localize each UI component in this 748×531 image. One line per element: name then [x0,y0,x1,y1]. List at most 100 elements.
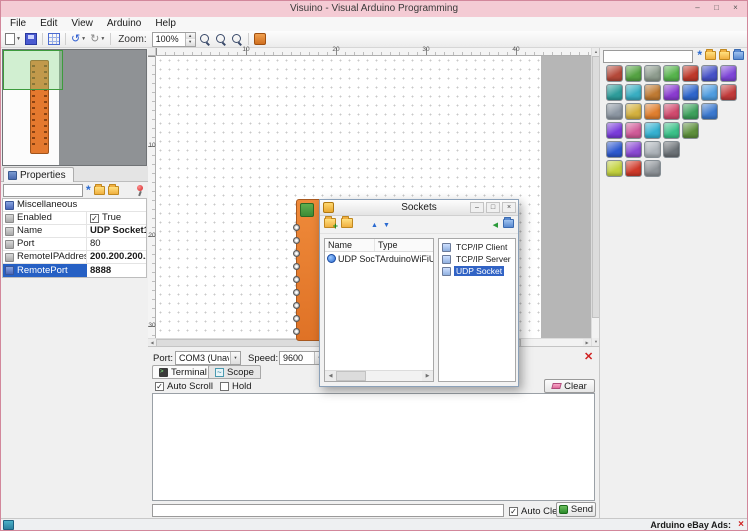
component-icon[interactable] [606,84,623,101]
move-down-button[interactable]: ▼ [383,219,390,230]
scroll-left-arrow[interactable]: ◀ [325,371,336,381]
save-button[interactable] [24,32,38,47]
dialog-titlebar[interactable]: Sockets – □ × [320,200,518,216]
expand-all-icon[interactable] [93,183,105,195]
component-icon[interactable] [644,65,661,82]
tree-item-tcp-client[interactable]: TCP/IP Client [439,241,515,253]
zoom-spinner[interactable]: ▲ ▼ [184,32,195,46]
palette-search-input[interactable] [603,50,693,63]
menu-item[interactable]: Edit [33,17,64,31]
property-category-row[interactable]: Miscellaneous [3,199,146,212]
palette-filter-icon[interactable]: * [697,49,702,61]
property-row-port[interactable]: Port 80 [3,237,146,251]
component-icon[interactable] [663,84,680,101]
new-project-button[interactable]: ▼ [4,32,22,47]
add-socket-button[interactable] [324,216,338,231]
redo-button[interactable]: ↻ ▼ [89,32,106,47]
component-icon[interactable] [682,122,699,139]
component-icon[interactable] [644,84,661,101]
component-icon[interactable] [682,65,699,82]
back-button[interactable]: ◀ [493,219,498,230]
dialog-maximize-button[interactable]: □ [486,202,500,213]
minimize-button[interactable]: – [689,2,706,15]
component-icon[interactable] [663,141,680,158]
tree-item-udp-socket[interactable]: UDP Socket [439,265,515,277]
column-header-name[interactable]: Name [325,239,375,251]
collapse-all-icon[interactable] [107,183,119,195]
component-icon[interactable] [701,65,718,82]
property-value-port[interactable]: 80 [87,238,146,251]
property-row-enabled[interactable]: Enabled True [3,211,146,225]
component-icon[interactable] [682,103,699,120]
combo-arrow-icon[interactable]: ▼ [230,352,240,364]
property-row-name[interactable]: Name UDP Socket1 [3,224,146,238]
component-icon[interactable] [644,122,661,139]
pin-icon[interactable] [134,184,144,196]
dialog-close-button[interactable]: × [502,202,516,213]
component-icon[interactable] [606,141,623,158]
palette-expand-icon[interactable] [705,48,716,60]
component-icon[interactable] [644,141,661,158]
palette-collapse-icon[interactable] [719,48,730,60]
property-value-remoteport[interactable]: 8888 [87,264,146,277]
auto-scroll-checkbox-box[interactable] [155,382,164,391]
tree-item-tcp-server[interactable]: TCP/IP Server [439,253,515,265]
component-icon[interactable] [625,160,642,177]
menu-item[interactable]: File [3,17,33,31]
menu-item[interactable]: Arduino [100,17,148,31]
disconnect-button[interactable]: ✕ [584,350,593,363]
component-icon[interactable] [625,65,642,82]
status-board-icon[interactable] [3,520,14,530]
component-icon[interactable] [606,103,623,120]
component-icon[interactable] [663,65,680,82]
scroll-right-arrow[interactable]: ▶ [422,371,433,381]
close-button[interactable]: × [727,2,744,15]
send-input[interactable] [152,504,504,517]
dialog-minimize-button[interactable]: – [470,202,484,213]
menu-item[interactable]: View [64,17,100,31]
component-icon[interactable] [625,122,642,139]
scroll-thumb[interactable] [336,371,366,381]
open-folder-button[interactable] [341,216,353,231]
hold-checkbox-box[interactable] [220,382,229,391]
auto-clear-checkbox-box[interactable] [509,507,518,516]
component-icon[interactable] [720,65,737,82]
property-row-remoteipaddress[interactable]: RemoteIPAddress 200.200.200.200 [3,250,146,264]
overview-viewport-rect[interactable] [3,50,63,90]
component-icon[interactable] [606,122,623,139]
component-icon[interactable] [720,84,737,101]
menu-item[interactable]: Help [148,17,183,31]
component-icon[interactable] [663,122,680,139]
category-view-button[interactable] [503,216,514,231]
canvas-vertical-scrollbar[interactable]: ▲ ▼ [591,48,600,346]
send-button[interactable]: Send [556,502,596,517]
property-value-name[interactable]: UDP Socket1 [87,225,146,238]
port-combobox[interactable]: COM3 (Unav ▼ [175,351,241,365]
clear-button[interactable]: Clear [544,379,595,393]
zoom-combobox[interactable]: 100% ▲ ▼ [151,31,196,47]
zoom-out-button[interactable] [214,32,228,47]
component-icon[interactable] [625,103,642,120]
column-header-type[interactable]: Type [375,239,398,251]
board-settings-button[interactable] [253,32,267,47]
property-row-remoteport[interactable]: RemotePort 8888 [3,264,146,277]
zoom-in-button[interactable] [198,32,212,47]
ads-close-button[interactable]: × [738,519,744,530]
titlebar[interactable]: Visuino - Visual Arduino Programming – □… [1,1,747,17]
move-up-button[interactable]: ▲ [371,219,378,230]
hold-checkbox[interactable]: Hold [220,381,252,392]
component-icon[interactable] [644,160,661,177]
list-horizontal-scrollbar[interactable]: ◀ ▶ [325,370,433,381]
tab-terminal[interactable]: Terminal [152,365,214,379]
property-value-remoteipaddress[interactable]: 200.200.200.200 [87,251,146,264]
component-icon[interactable] [663,103,680,120]
component-icon[interactable] [625,141,642,158]
component-icon[interactable] [606,65,623,82]
component-icon[interactable] [682,84,699,101]
enabled-checkbox[interactable] [90,213,99,223]
component-icon[interactable] [644,103,661,120]
component-icon[interactable] [701,103,718,120]
filter-icon[interactable]: * [86,184,91,196]
palette-categories-icon[interactable] [733,48,744,60]
property-value-enabled[interactable]: True [87,212,146,225]
